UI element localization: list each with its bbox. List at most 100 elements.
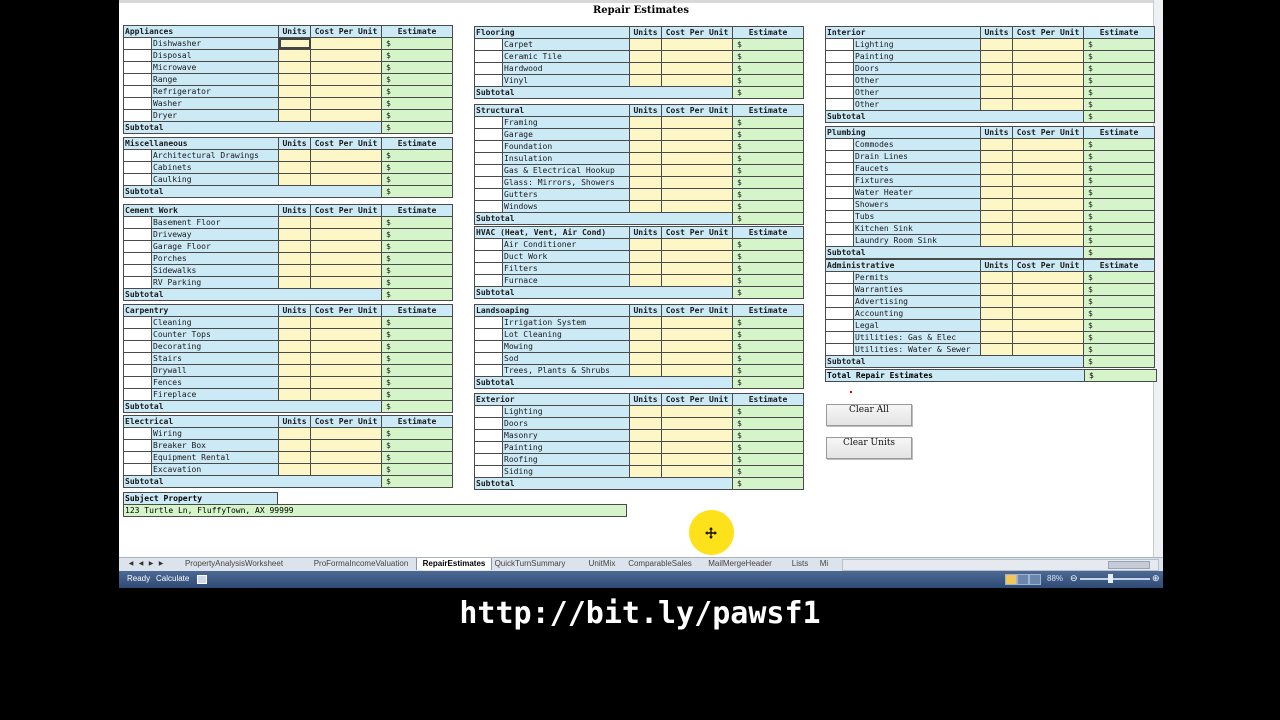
estimate-value[interactable]: $ [733, 239, 803, 250]
cost-input[interactable] [311, 253, 382, 264]
estimate-value[interactable]: $ [1084, 39, 1154, 50]
cost-input[interactable] [311, 464, 382, 475]
cost-input[interactable] [662, 430, 733, 441]
cost-input[interactable] [662, 129, 733, 140]
cost-input[interactable] [311, 217, 382, 228]
units-input[interactable] [981, 39, 1013, 50]
cost-input[interactable] [311, 317, 382, 328]
estimate-value[interactable]: $ [382, 50, 452, 61]
estimate-value[interactable]: $ [733, 466, 803, 477]
units-input[interactable] [630, 353, 662, 364]
cost-input[interactable] [662, 329, 733, 340]
units-input[interactable] [981, 235, 1013, 246]
units-input[interactable] [981, 320, 1013, 331]
cost-input[interactable] [311, 428, 382, 439]
cost-input[interactable] [1013, 272, 1084, 283]
units-input[interactable] [981, 223, 1013, 234]
cost-input[interactable] [662, 341, 733, 352]
cost-input[interactable] [662, 418, 733, 429]
units-input[interactable] [279, 389, 311, 400]
estimate-value[interactable]: $ [733, 406, 803, 417]
cost-input[interactable] [311, 86, 382, 97]
units-input[interactable] [981, 211, 1013, 222]
estimate-value[interactable]: $ [1084, 87, 1154, 98]
zoom-out-icon[interactable]: ⊖ [1070, 573, 1078, 584]
units-input[interactable] [981, 344, 1013, 355]
units-input[interactable] [279, 440, 311, 451]
cost-input[interactable] [662, 454, 733, 465]
units-input[interactable] [279, 86, 311, 97]
estimate-value[interactable]: $ [1084, 199, 1154, 210]
estimate-value[interactable]: $ [733, 177, 803, 188]
subtotal-value[interactable]: $ [382, 476, 452, 487]
subtotal-value[interactable]: $ [382, 186, 452, 197]
last-sheet-icon[interactable]: ▶ [157, 559, 165, 569]
zoom-level[interactable]: 88% [1047, 574, 1063, 583]
units-input[interactable] [630, 341, 662, 352]
estimate-value[interactable]: $ [382, 329, 452, 340]
estimate-value[interactable]: $ [382, 174, 452, 185]
estimate-value[interactable]: $ [733, 141, 803, 152]
estimate-value[interactable]: $ [733, 39, 803, 50]
estimate-value[interactable]: $ [733, 341, 803, 352]
cost-input[interactable] [1013, 39, 1084, 50]
page-layout-view-icon[interactable] [1017, 574, 1029, 585]
estimate-value[interactable]: $ [382, 377, 452, 388]
total-value[interactable]: $ [1085, 370, 1156, 381]
units-input[interactable] [630, 141, 662, 152]
units-input[interactable] [279, 241, 311, 252]
cost-input[interactable] [311, 174, 382, 185]
units-input[interactable] [630, 75, 662, 86]
subject-property-address[interactable]: 123 Turtle Ln, FluffyTown, AX 99999 [123, 504, 627, 517]
normal-view-icon[interactable] [1005, 574, 1017, 585]
cost-input[interactable] [311, 353, 382, 364]
cost-input[interactable] [311, 110, 382, 121]
units-input[interactable] [279, 62, 311, 73]
units-input[interactable] [630, 129, 662, 140]
estimate-value[interactable]: $ [382, 62, 452, 73]
units-input[interactable] [630, 406, 662, 417]
estimate-value[interactable]: $ [733, 454, 803, 465]
units-input[interactable] [279, 110, 311, 121]
cost-input[interactable] [662, 239, 733, 250]
units-input[interactable] [279, 38, 311, 49]
prev-sheet-icon[interactable]: ◀ [137, 559, 145, 569]
cost-input[interactable] [1013, 308, 1084, 319]
cost-input[interactable] [662, 365, 733, 376]
estimate-value[interactable]: $ [382, 277, 452, 288]
units-input[interactable] [981, 139, 1013, 150]
cost-input[interactable] [311, 341, 382, 352]
estimate-value[interactable]: $ [382, 86, 452, 97]
units-input[interactable] [630, 239, 662, 250]
cost-input[interactable] [662, 466, 733, 477]
cost-input[interactable] [662, 189, 733, 200]
cost-input[interactable] [311, 329, 382, 340]
estimate-value[interactable]: $ [1084, 332, 1154, 343]
cost-input[interactable] [311, 241, 382, 252]
cost-input[interactable] [1013, 63, 1084, 74]
estimate-value[interactable]: $ [382, 353, 452, 364]
sheet-tab[interactable]: ProFormaIncomeValuation [302, 558, 420, 570]
estimate-value[interactable]: $ [1084, 175, 1154, 186]
cost-input[interactable] [1013, 51, 1084, 62]
sheet-tab[interactable]: QuickTurnSummary [491, 558, 569, 570]
horizontal-scroll-thumb[interactable] [1108, 561, 1150, 569]
cost-input[interactable] [662, 141, 733, 152]
estimate-value[interactable]: $ [1084, 272, 1154, 283]
cost-input[interactable] [662, 353, 733, 364]
units-input[interactable] [279, 98, 311, 109]
cost-input[interactable] [662, 317, 733, 328]
cost-input[interactable] [662, 39, 733, 50]
units-input[interactable] [630, 189, 662, 200]
sheet-tab[interactable]: RepairEstimates [416, 558, 492, 570]
cost-input[interactable] [1013, 163, 1084, 174]
cost-input[interactable] [662, 117, 733, 128]
zoom-in-icon[interactable]: ⊕ [1152, 573, 1160, 584]
cost-input[interactable] [1013, 332, 1084, 343]
estimate-value[interactable]: $ [733, 51, 803, 62]
units-input[interactable] [279, 464, 311, 475]
cost-input[interactable] [1013, 187, 1084, 198]
subtotal-value[interactable]: $ [733, 377, 803, 388]
estimate-value[interactable]: $ [382, 428, 452, 439]
cost-input[interactable] [311, 389, 382, 400]
